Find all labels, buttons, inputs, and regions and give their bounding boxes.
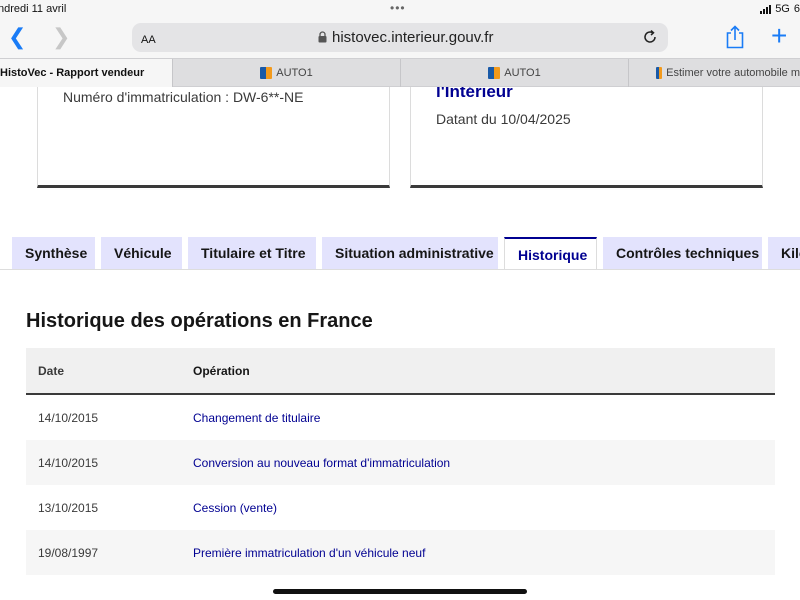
tab-situation-administrative[interactable]: Situation administrative — [322, 237, 498, 269]
auto1-favicon-icon — [488, 67, 501, 79]
report-date: Datant du 10/04/2025 — [436, 111, 571, 127]
browser-tab-label: Estimer votre automobile m — [666, 67, 800, 79]
row-date: 14/10/2015 — [38, 455, 99, 470]
history-panel: Historique des opérations en France Date… — [0, 269, 800, 600]
browser-tab-auto1[interactable]: AUTO1 — [172, 59, 400, 87]
share-icon[interactable] — [724, 25, 746, 49]
row-operation: Conversion au nouveau format d'immatricu… — [193, 455, 451, 470]
browser-tab-label: AUTO1 — [276, 67, 313, 79]
reload-icon[interactable] — [642, 29, 658, 45]
signal-icon — [760, 4, 772, 14]
tab-synthese[interactable]: Synthèse — [12, 237, 95, 269]
tab-vehicule[interactable]: Véhicule — [101, 237, 182, 269]
row-date: 14/10/2015 — [38, 410, 99, 425]
tab-label: Historique — [518, 246, 588, 263]
tab-label: Contrôles techniques — [616, 245, 760, 261]
history-table: Date Opération 14/10/2015 Changement de … — [26, 348, 775, 575]
tab-label: Synthèse — [25, 245, 88, 261]
row-operation: Première immatriculation d'un véhicule n… — [193, 545, 426, 560]
new-tab-plus-icon[interactable]: + — [771, 22, 787, 50]
network-label: 5G — [775, 3, 790, 15]
tab-label: Situation administrative — [335, 245, 494, 261]
tab-label: Véhicule — [114, 245, 172, 261]
page-title: Historique des opérations en France — [26, 310, 373, 332]
url-text: histovec.interieur.gouv.fr — [332, 29, 494, 46]
status-indicators: 5G 6 — [760, 3, 800, 15]
multitasking-dots[interactable]: ••• — [390, 1, 406, 15]
tab-controles-techniques[interactable]: Contrôles techniques — [603, 237, 762, 269]
tab-kilometrage[interactable]: Kilo — [768, 237, 800, 269]
row-operation: Cession (vente) — [193, 500, 278, 515]
table-row: 14/10/2015 Conversion au nouveau format … — [26, 440, 775, 485]
table-header: Date Opération — [26, 348, 775, 395]
back-icon[interactable]: ❮ — [8, 26, 26, 48]
browser-tab-label: HistoVec - Rapport vendeur — [0, 67, 145, 79]
table-row: 19/08/1997 Première immatriculation d'un… — [26, 530, 775, 575]
status-bar: ndredi 11 avril ••• 5G 6 — [0, 0, 800, 18]
tab-historique[interactable]: Historique — [504, 237, 597, 270]
browser-toolbar: ❮ ❯ AA histovec.interieur.gouv.fr + — [0, 18, 800, 58]
auto1-favicon-icon — [656, 67, 663, 79]
text-size-button[interactable]: AA — [141, 30, 156, 46]
vehicle-card: Numéro d'immatriculation : DW-6**-NE — [37, 87, 390, 188]
table-row: 13/10/2015 Cession (vente) — [26, 485, 775, 530]
table-row: 14/10/2015 Changement de titulaire — [26, 395, 775, 440]
tab-titulaire[interactable]: Titulaire et Titre — [188, 237, 316, 269]
page-content: Numéro d'immatriculation : DW-6**-NE l'I… — [0, 87, 800, 600]
browser-tab-label: AUTO1 — [504, 67, 541, 79]
address-bar[interactable]: AA histovec.interieur.gouv.fr — [132, 23, 668, 52]
browser-tab-histovec[interactable]: HistoVec - Rapport vendeur — [0, 59, 172, 87]
source-card-title: l'Intérieur — [436, 87, 513, 101]
text-size-label: AA — [141, 34, 156, 46]
status-time: ndredi 11 avril — [0, 3, 67, 15]
forward-icon[interactable]: ❯ — [52, 26, 70, 48]
report-tabs: Synthèse Véhicule Titulaire et Titre Sit… — [0, 237, 800, 270]
browser-tab-auto1-second[interactable]: AUTO1 — [400, 59, 628, 87]
browser-tab-estimer[interactable]: Estimer votre automobile m — [628, 59, 800, 87]
column-header-date: Date — [38, 363, 65, 378]
lock-icon — [318, 31, 327, 43]
tab-label: Kilo — [781, 245, 800, 261]
row-operation: Changement de titulaire — [193, 410, 321, 425]
browser-tab-strip: HistoVec - Rapport vendeur AUTO1 AUTO1 E… — [0, 58, 800, 87]
home-indicator[interactable] — [273, 589, 527, 594]
row-date: 13/10/2015 — [38, 500, 99, 515]
registration-number: Numéro d'immatriculation : DW-6**-NE — [63, 89, 304, 105]
row-date: 19/08/1997 — [38, 545, 99, 560]
source-card: l'Intérieur Datant du 10/04/2025 — [410, 87, 763, 188]
auto1-favicon-icon — [260, 67, 273, 79]
tab-label: Titulaire et Titre — [201, 245, 306, 261]
column-header-operation: Opération — [193, 363, 250, 378]
battery-label: 6 — [793, 3, 800, 15]
